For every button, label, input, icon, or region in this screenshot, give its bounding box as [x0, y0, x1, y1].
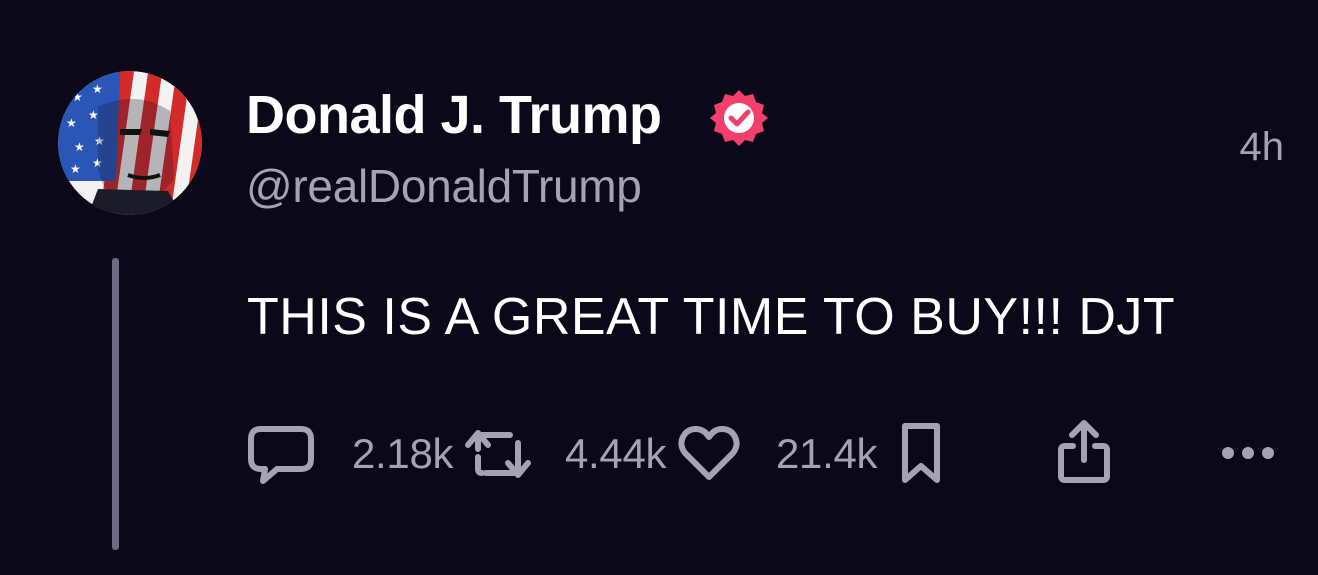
- verified-badge-icon: [708, 87, 770, 149]
- bookmark-icon: [902, 423, 940, 483]
- display-name[interactable]: Donald J. Trump: [246, 83, 662, 147]
- reply-button[interactable]: [245, 421, 317, 487]
- svg-text:★: ★: [88, 108, 99, 122]
- like-button[interactable]: [677, 423, 741, 483]
- share-icon: [1058, 420, 1110, 483]
- speech-bubble-icon: [248, 426, 314, 484]
- heart-icon: [678, 426, 740, 480]
- flag-portrait-icon: ★ ★ ★ ★ ★ ★ ★ ★: [58, 71, 202, 215]
- svg-text:★: ★: [66, 116, 77, 130]
- repost-arrows-icon: [465, 430, 531, 478]
- avatar[interactable]: ★ ★ ★ ★ ★ ★ ★ ★: [58, 71, 202, 215]
- post-timestamp[interactable]: 4h: [1240, 123, 1285, 171]
- more-options-button[interactable]: [1218, 441, 1278, 465]
- thread-line: [112, 258, 119, 550]
- repost-count: 4.44k: [565, 430, 667, 477]
- share-button[interactable]: [1055, 418, 1113, 486]
- like-count: 21.4k: [776, 430, 878, 477]
- svg-text:★: ★: [72, 90, 83, 104]
- reply-count: 2.18k: [352, 430, 454, 477]
- bookmark-button[interactable]: [897, 420, 945, 488]
- ellipsis-icon: [1222, 447, 1274, 459]
- svg-text:★: ★: [74, 140, 85, 154]
- svg-text:★: ★: [70, 162, 81, 176]
- user-handle[interactable]: @realDonaldTrump: [246, 158, 642, 214]
- svg-text:★: ★: [92, 82, 103, 96]
- repost-button[interactable]: [464, 423, 542, 487]
- post-text: THIS IS A GREAT TIME TO BUY!!! DJT: [247, 288, 1176, 346]
- post-card: ★ ★ ★ ★ ★ ★ ★ ★ Donald J. Trump: [0, 0, 1318, 575]
